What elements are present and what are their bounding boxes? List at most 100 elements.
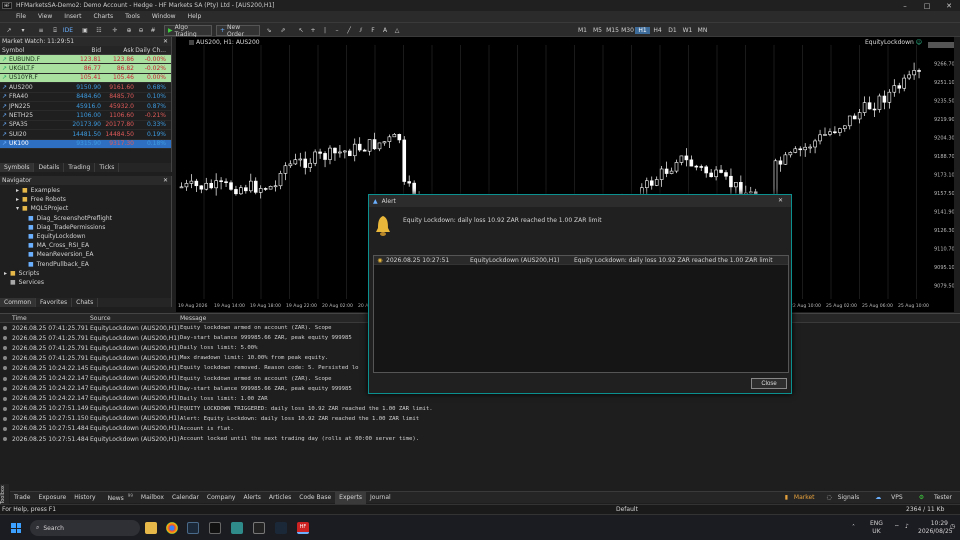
log-row[interactable]: 2026.08.25 10:27:51.484 EquityLockdown (… — [0, 434, 960, 444]
market-watch-row[interactable]: ↗ UKGILT.F 86.77 86.82 -0.02% — [0, 64, 171, 74]
trendline-icon[interactable]: ╱ — [344, 25, 354, 36]
col-time[interactable]: Time — [0, 315, 90, 322]
market-button[interactable]: ▮ Market — [781, 492, 823, 504]
navigator-item[interactable]: ▸ ■ Examples — [0, 186, 171, 195]
navigator-item[interactable]: ■ Diag_ScreenshotPreflight — [0, 214, 171, 223]
tab-mailbox[interactable]: Mailbox — [137, 492, 168, 504]
log-row[interactable]: 2026.08.25 10:24:22.147 EquityLockdown (… — [0, 394, 960, 404]
market-watch-icon[interactable]: ≡ — [36, 25, 46, 36]
log-row[interactable]: 2026.08.25 10:27:51.484 EquityLockdown (… — [0, 424, 960, 434]
app-icon[interactable] — [231, 522, 243, 534]
tab-ticks[interactable]: Ticks — [95, 163, 120, 172]
shapes-icon[interactable]: △ — [392, 25, 402, 36]
tab-trading[interactable]: Trading — [64, 163, 96, 172]
tf-m1[interactable]: M1 — [575, 27, 590, 34]
minimize-button[interactable]: – — [894, 0, 916, 11]
navigator-item[interactable]: ▸ ■ Free Robots — [0, 195, 171, 204]
log-row[interactable]: 2026.08.25 10:27:51.150 EquityLockdown (… — [0, 414, 960, 424]
market-watch-row[interactable]: ↗ EUBUND.F 123.81 123.86 -0.00% — [0, 55, 171, 65]
tab-details[interactable]: Details — [34, 163, 65, 172]
chart-down-icon[interactable]: ⇘ — [264, 25, 274, 36]
file-explorer-icon[interactable] — [145, 522, 157, 534]
menu-view[interactable]: View — [38, 13, 52, 20]
network-icon[interactable]: ⌔ — [894, 523, 900, 531]
hf-metatrader-icon[interactable]: HF — [297, 522, 309, 534]
status-profile[interactable]: Default — [616, 506, 906, 513]
navigator-item[interactable]: ■ TrendPullback_EA — [0, 260, 171, 269]
volume-icon[interactable]: ♪ — [905, 523, 909, 530]
data-window-icon[interactable]: ☷ — [94, 25, 104, 36]
tester-icon[interactable]: ▣ — [80, 25, 90, 36]
maximize-button[interactable]: □ — [916, 0, 938, 11]
grid-icon[interactable]: # — [148, 25, 158, 36]
search-box[interactable]: ⌕ Search — [30, 520, 140, 536]
cursor-icon[interactable]: ↖ — [296, 25, 306, 36]
menu-insert[interactable]: Insert — [64, 13, 81, 20]
tab-experts[interactable]: Experts — [335, 491, 366, 504]
zoom-in-icon[interactable]: ⊕ — [124, 25, 134, 36]
tf-d1[interactable]: D1 — [665, 27, 680, 34]
windows-start-icon[interactable] — [11, 523, 21, 533]
crosshair-tool-icon[interactable]: + — [308, 25, 318, 36]
close-window-button[interactable]: ✕ — [938, 0, 960, 11]
console-icon[interactable] — [253, 522, 265, 534]
col-source[interactable]: Source — [90, 315, 180, 322]
metaeditor-icon[interactable]: IDE — [62, 25, 74, 36]
col-daily-change[interactable]: Daily Ch... — [134, 47, 168, 54]
tf-w1[interactable]: W1 — [680, 27, 695, 34]
signals-button[interactable]: ◌ Signals — [823, 492, 868, 504]
navigator-item[interactable]: ■ Services — [0, 278, 171, 287]
market-watch-row[interactable]: ↗ UK100 9315.90 9317.30 0.18% — [0, 139, 171, 149]
horizontal-line-icon[interactable]: – — [332, 25, 342, 36]
tab-alerts[interactable]: Alerts — [239, 492, 264, 504]
navigator-item[interactable]: ■ MeanReversion_EA — [0, 250, 171, 259]
chart-up-icon[interactable]: ⇗ — [278, 25, 288, 36]
crosshair-icon[interactable]: ✛ — [110, 25, 120, 36]
menu-tools[interactable]: Tools — [125, 13, 140, 20]
vertical-line-icon[interactable]: | — [320, 25, 330, 36]
algo-trading-button[interactable]: ▶ Algo Trading — [164, 24, 212, 38]
navigator-item[interactable]: ▸ ■ Scripts — [0, 269, 171, 278]
tab-news[interactable]: News 99 — [100, 490, 137, 505]
tab-calendar[interactable]: Calendar — [168, 492, 203, 504]
profiles-icon[interactable]: ▾ — [18, 25, 28, 36]
market-watch-row[interactable]: ↗ SUI20 14481.50 14484.50 0.19% — [0, 130, 171, 140]
close-button[interactable]: Close — [751, 378, 787, 389]
new-order-button[interactable]: + New Order — [216, 24, 260, 38]
clock[interactable]: 10:29 2026/08/25 — [918, 520, 953, 536]
fibonacci-icon[interactable]: F — [368, 25, 378, 36]
close-icon[interactable]: ✕ — [163, 38, 171, 45]
tf-h1[interactable]: H1 — [635, 27, 650, 34]
close-icon[interactable]: ✕ — [163, 177, 171, 184]
tab-company[interactable]: Company — [203, 492, 240, 504]
steam-icon-2[interactable] — [275, 522, 287, 534]
col-symbol[interactable]: Symbol — [0, 47, 66, 54]
col-ask[interactable]: Ask — [101, 47, 134, 54]
market-watch-row[interactable]: ↗ SPA35 20173.90 20177.80 0.33% — [0, 121, 171, 131]
navigator-item[interactable]: ▾ ■ MQL5Project — [0, 204, 171, 213]
market-watch-row[interactable]: ↗ US10YR.F 105.41 105.46 0.00% — [0, 73, 171, 84]
log-row[interactable]: 2026.08.25 10:27:51.149 EquityLockdown (… — [0, 404, 960, 414]
chart-icon[interactable]: ↗ — [4, 25, 14, 36]
alert-close-icon[interactable]: ✕ — [778, 197, 783, 204]
toolbox-label[interactable]: Toolbox — [0, 484, 9, 506]
tab-exposure[interactable]: Exposure — [34, 492, 70, 504]
tester-button[interactable]: ⚙ Tester — [911, 492, 960, 504]
vps-button[interactable]: ☁ VPS — [867, 492, 910, 504]
navigator-item[interactable]: ■ EquityLockdown — [0, 232, 171, 241]
tab-favorites[interactable]: Favorites — [36, 298, 73, 307]
market-watch-row[interactable]: ↗ NETH25 1106.00 1106.60 -0.21% — [0, 111, 171, 121]
tab-journal[interactable]: Journal — [366, 492, 395, 504]
tab-history[interactable]: History — [70, 492, 99, 504]
tf-m15[interactable]: M15 — [605, 27, 620, 34]
tab-symbols[interactable]: Symbols — [0, 163, 35, 172]
menu-window[interactable]: Window — [152, 13, 176, 20]
menu-charts[interactable]: Charts — [94, 13, 114, 20]
tab-trade[interactable]: Trade — [10, 492, 34, 504]
tf-m30[interactable]: M30 — [620, 27, 635, 34]
market-watch-row[interactable]: ↗ JPN225 45916.0 45932.0 0.87% — [0, 102, 171, 112]
chrome-icon[interactable] — [166, 522, 178, 534]
tray-chevron-icon[interactable]: ˄ — [852, 524, 855, 531]
tab-articles[interactable]: Articles — [265, 492, 295, 504]
terminal-icon[interactable] — [209, 522, 221, 534]
